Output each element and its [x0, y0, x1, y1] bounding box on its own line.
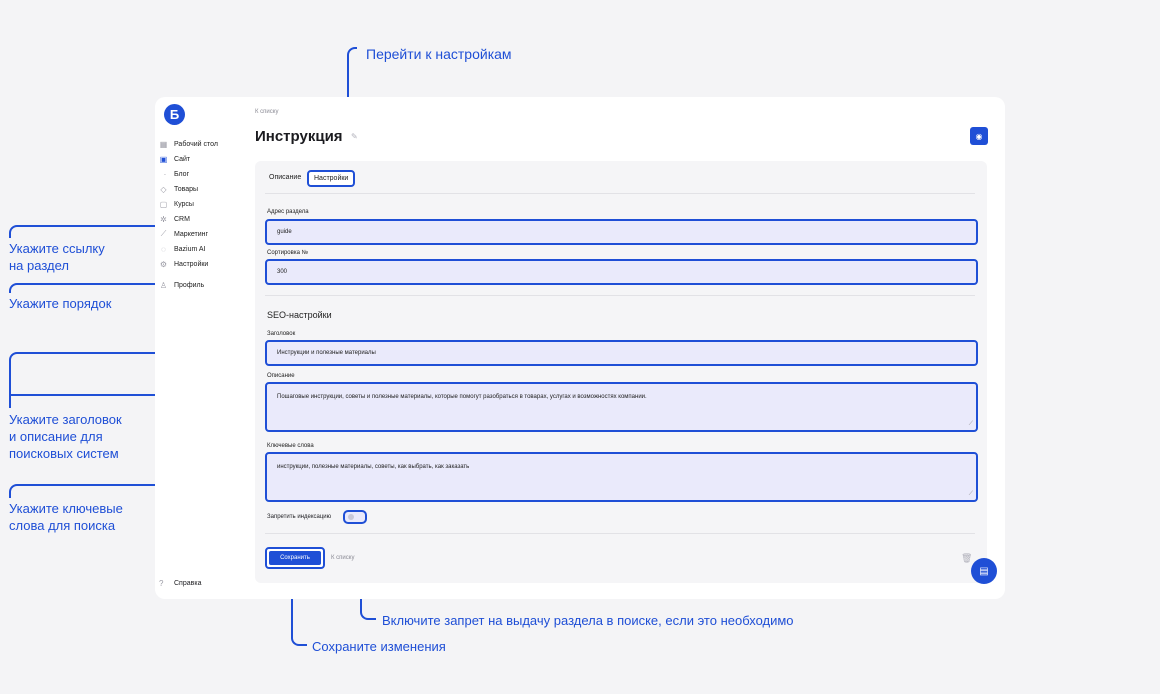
chat-button[interactable]: ▤ — [971, 558, 997, 584]
keywords-text: инструкции, полезные материалы, советы, … — [277, 464, 470, 470]
site-icon: ▣ — [159, 154, 168, 164]
sidebar-item-courses[interactable]: ▢ Курсы — [159, 197, 254, 211]
help-icon: ? — [159, 579, 164, 588]
sidebar-item-crm[interactable]: ✲ CRM — [159, 212, 254, 226]
sidebar-item-label: CRM — [174, 215, 190, 223]
callout-link: Укажите ссылку на раздел — [9, 241, 105, 273]
seo-title-input[interactable]: Инструкции и полезные материалы — [265, 340, 978, 366]
page-title: Инструкция — [255, 128, 343, 145]
sidebar-item-label: Товары — [174, 185, 199, 193]
sidebar-item-blog[interactable]: · Блог — [159, 167, 254, 181]
noindex-label: Запретить индексацию — [267, 514, 332, 520]
pencil-icon[interactable]: ✎ — [351, 132, 358, 141]
save-button[interactable]: Сохранить — [265, 547, 325, 569]
save-button-label: Сохранить — [269, 551, 321, 565]
sort-input[interactable]: 300 — [265, 259, 978, 285]
preview-button[interactable]: ◉ — [970, 127, 988, 145]
ai-icon: ◌ — [161, 244, 166, 254]
tab-settings[interactable]: Настройки — [307, 170, 356, 187]
sidebar-item-label: Настройки — [174, 260, 209, 268]
logo-icon[interactable]: Б — [164, 104, 185, 125]
seo-title-label: Заголовок — [267, 331, 296, 337]
resize-grip-icon[interactable]: ⟋ — [969, 491, 973, 498]
noindex-toggle[interactable] — [343, 510, 367, 524]
back-to-list-link[interactable]: К списку — [331, 555, 354, 561]
callout-settings: Перейти к настройкам — [366, 46, 512, 62]
tab-description[interactable]: Описание — [269, 174, 301, 181]
user-icon: ♙ — [159, 280, 168, 290]
book-icon: ▢ — [159, 199, 168, 209]
sidebar: ▦ Рабочий стол ▣ Сайт · Блог ◇ Товары ▢ … — [159, 137, 254, 293]
chat-icon: ▤ — [979, 565, 989, 577]
seo-description-textarea[interactable]: Пошаговые инструкции, советы и полезные … — [265, 382, 978, 432]
callout-order: Укажите порядок — [9, 296, 112, 311]
toggle-knob — [348, 514, 354, 520]
help-link[interactable]: ? Справка — [159, 579, 201, 588]
sidebar-item-label: Блог — [174, 170, 190, 178]
breadcrumb[interactable]: К списку — [255, 109, 278, 115]
sidebar-item-marketing[interactable]: ⟋ Маркетинг — [159, 227, 254, 241]
gear-icon: ⚙ — [159, 259, 168, 269]
sidebar-item-label: Профиль — [174, 281, 205, 289]
section-divider — [265, 295, 975, 296]
address-input[interactable]: guide — [265, 219, 978, 245]
trash-icon[interactable]: 🗑 — [961, 553, 972, 564]
bag-icon: ◇ — [160, 184, 167, 194]
address-label: Адрес раздела — [267, 209, 309, 215]
crm-icon: ✲ — [160, 214, 167, 224]
sidebar-item-label: Курсы — [174, 200, 194, 208]
dot-icon: · — [163, 169, 167, 179]
eye-icon: ◉ — [975, 131, 983, 141]
sidebar-item-label: Маркетинг — [174, 230, 209, 238]
form-panel: Описание Настройки Адрес раздела guide С… — [255, 161, 987, 583]
seo-heading: SEO-настройки — [267, 310, 332, 320]
sidebar-item-settings[interactable]: ⚙ Настройки — [159, 257, 254, 271]
sidebar-item-dashboard[interactable]: ▦ Рабочий стол — [159, 137, 254, 151]
resize-grip-icon[interactable]: ⟋ — [969, 421, 973, 428]
sidebar-item-ai[interactable]: ◌ Bazium AI — [159, 242, 254, 256]
sidebar-item-label: Сайт — [174, 155, 191, 163]
sidebar-item-products[interactable]: ◇ Товары — [159, 182, 254, 196]
callout-noindex: Включите запрет на выдачу раздела в поис… — [382, 613, 794, 628]
sidebar-item-profile[interactable]: ♙ Профиль — [159, 278, 254, 292]
callout-keywords: Укажите ключевые слова для поиска — [9, 501, 123, 533]
sort-label: Сортировка № — [267, 250, 309, 256]
callout-save: Сохраните изменения — [312, 639, 446, 654]
app-window: Б ▦ Рабочий стол ▣ Сайт · Блог ◇ Товары … — [155, 97, 1005, 599]
seo-description-label: Описание — [267, 373, 295, 379]
keywords-label: Ключевые слова — [267, 443, 314, 449]
help-label: Справка — [174, 580, 202, 587]
sidebar-item-label: Bazium AI — [174, 245, 206, 253]
chart-icon: ⟋ — [160, 229, 167, 238]
actions-divider — [265, 533, 975, 534]
keywords-textarea[interactable]: инструкции, полезные материалы, советы, … — [265, 452, 978, 502]
sidebar-item-label: Рабочий стол — [174, 140, 218, 148]
callout-seo: Укажите заголовок и описание для поисков… — [9, 412, 122, 461]
sidebar-item-site[interactable]: ▣ Сайт — [159, 152, 254, 166]
tabs-divider — [265, 193, 975, 194]
seo-description-text: Пошаговые инструкции, советы и полезные … — [277, 394, 647, 400]
dashboard-icon: ▦ — [159, 139, 168, 149]
